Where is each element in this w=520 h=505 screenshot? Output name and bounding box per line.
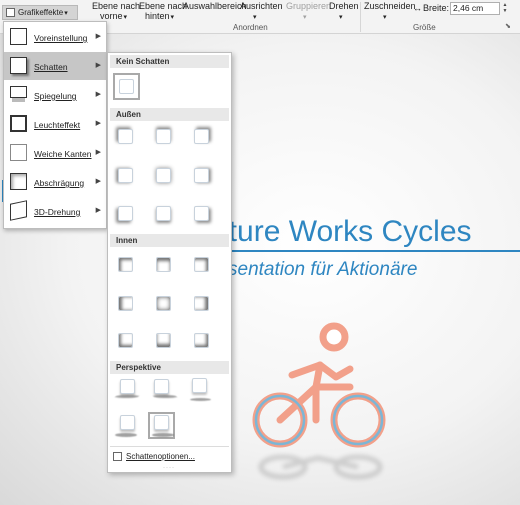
ebene-hinten-line2: hinten — [139, 11, 187, 23]
abschraegung-icon — [10, 173, 27, 190]
submenu-arrow-icon: ▶ — [95, 207, 101, 214]
drehen-label: Drehen — [329, 1, 359, 11]
shadow-perspective-swatch[interactable] — [151, 378, 178, 399]
shadow-outer-swatch[interactable] — [153, 165, 174, 186]
shadow-outer-swatch[interactable] — [153, 126, 174, 147]
shadow-perspective-swatch[interactable] — [114, 378, 140, 399]
grafikeffekte-menu: Voreinstellung ▶ Schatten ▶ Spiegelung ▶… — [3, 21, 107, 229]
leuchteffekt-icon — [10, 115, 27, 132]
resize-grip-icon[interactable]: ···· — [163, 465, 175, 471]
section-header-innen: Innen — [110, 234, 229, 247]
spiegelung-icon — [10, 86, 27, 98]
menu-item-spiegelung[interactable]: Spiegelung ▶ — [4, 81, 106, 109]
menu-item-label: Schatten — [34, 62, 68, 72]
submenu-arrow-icon: ▶ — [95, 33, 101, 40]
auswahlbereich-button[interactable]: Auswahlbereich — [183, 1, 247, 11]
shadow-outer-swatch[interactable] — [115, 126, 136, 147]
submenu-arrow-icon: ▶ — [95, 149, 101, 156]
shadow-inner-swatch[interactable] — [191, 254, 212, 275]
submenu-arrow-icon: ▶ — [95, 91, 101, 98]
ebene-hinten-line1: Ebene nach — [139, 1, 188, 11]
ausrichten-label: Ausrichten — [240, 1, 283, 11]
anordnen-group-label: Anordnen — [233, 23, 268, 32]
grafikeffekte-button[interactable]: Grafikeffekte — [2, 5, 78, 20]
menu-item-leuchteffekt[interactable]: Leuchteffekt ▶ — [4, 110, 106, 138]
zuschneiden-label: Zuschneiden — [364, 1, 416, 11]
shadow-inner-swatch[interactable] — [153, 293, 174, 314]
shadow-outer-swatch[interactable] — [115, 165, 136, 186]
shadow-inner-swatch[interactable] — [191, 293, 212, 314]
section-header-perspektive: Perspektive — [110, 361, 229, 374]
grafikeffekte-icon — [6, 8, 15, 17]
menu-item-label: Leuchteffekt — [34, 120, 81, 130]
bicycle-shadow — [258, 454, 383, 480]
shadow-outer-swatch[interactable] — [191, 203, 212, 224]
slide-title[interactable]: nture Works Cycles — [196, 214, 520, 252]
gruppieren-caret — [286, 11, 331, 23]
drehen-caret — [329, 11, 359, 23]
shadow-inner-swatch[interactable] — [115, 254, 136, 275]
schatten-gallery: Kein Schatten Außen Innen Perspektive Sc… — [107, 52, 232, 473]
slide-subtitle[interactable]: sentation für Aktionäre — [228, 259, 417, 281]
submenu-arrow-icon: ▶ — [95, 178, 101, 185]
section-header-kein-schatten: Kein Schatten — [110, 55, 229, 68]
ausrichten-caret — [240, 11, 283, 23]
menu-item-label: Abschrägung — [34, 178, 85, 188]
zuschneiden-caret — [364, 11, 416, 23]
menu-item-label: Voreinstellung — [34, 33, 88, 43]
shadow-inner-swatch[interactable] — [191, 330, 212, 351]
submenu-arrow-icon: ▶ — [95, 62, 101, 69]
voreinstellung-icon — [10, 28, 27, 45]
menu-item-label: Weiche Kanten — [34, 149, 92, 159]
shadow-inner-swatch[interactable] — [115, 330, 136, 351]
gallery-separator — [110, 446, 229, 447]
breite-input[interactable]: 2,46 cm — [450, 2, 500, 15]
drehen-button[interactable]: Drehen — [329, 1, 359, 23]
section-header-aussen: Außen — [110, 108, 229, 121]
breite-icon: ↔ — [413, 3, 422, 13]
breite-spinner[interactable]: ▲ ▼ — [501, 2, 509, 15]
shadow-none-swatch[interactable] — [113, 73, 140, 100]
schattenoptionen-icon — [113, 452, 122, 461]
shadow-perspective-swatch[interactable] — [189, 378, 211, 401]
shadow-inner-swatch[interactable] — [153, 330, 174, 351]
shadow-outer-swatch[interactable] — [191, 126, 212, 147]
schattenoptionen-button[interactable]: Schattenoptionen... — [108, 450, 231, 464]
shadow-inner-swatch[interactable] — [153, 254, 174, 275]
zuschneiden-button[interactable]: Zuschneiden — [364, 1, 416, 23]
gruppieren-button[interactable]: Gruppieren — [286, 1, 331, 23]
schattenoptionen-label: Schattenoptionen... — [126, 452, 195, 461]
ebene-vorne-line1: Ebene nach — [92, 1, 141, 11]
ribbon-separator — [360, 2, 361, 32]
shadow-outer-swatch[interactable] — [191, 165, 212, 186]
ausrichten-button[interactable]: Ausrichten — [240, 1, 283, 23]
schatten-icon — [10, 57, 27, 74]
menu-item-label: 3D-Drehung — [34, 207, 81, 217]
groesse-group-label: Größe — [413, 23, 436, 32]
menu-item-abschraegung[interactable]: Abschrägung ▶ — [4, 168, 106, 196]
3d-drehung-icon — [10, 200, 27, 221]
shadow-outer-swatch[interactable] — [115, 203, 136, 224]
ebene-nach-hinten-button[interactable]: Ebene nach hinten — [139, 1, 187, 23]
breite-label: Breite: — [423, 3, 450, 13]
shadow-perspective-swatch[interactable] — [115, 415, 138, 437]
gruppieren-label: Gruppieren — [286, 1, 332, 11]
menu-item-3d-drehung[interactable]: 3D-Drehung ▶ — [4, 197, 106, 225]
shadow-outer-swatch[interactable] — [153, 203, 174, 224]
menu-item-voreinstellung[interactable]: Voreinstellung ▶ — [4, 23, 106, 51]
weiche-kanten-icon — [10, 144, 27, 161]
submenu-arrow-icon: ▶ — [95, 120, 101, 127]
ebene-nach-vorne-button[interactable]: Ebene nach vorne — [92, 1, 140, 23]
grafikeffekte-label: Grafikeffekte — [18, 8, 68, 17]
shadow-perspective-swatch[interactable] — [148, 412, 175, 439]
menu-item-schatten[interactable]: Schatten ▶ — [4, 52, 106, 80]
dialog-launcher-icon[interactable]: ⬊ — [505, 22, 511, 32]
shadow-inner-swatch[interactable] — [115, 293, 136, 314]
menu-item-weiche-kanten[interactable]: Weiche Kanten ▶ — [4, 139, 106, 167]
menu-item-label: Spiegelung — [34, 91, 77, 101]
bicycle-icon[interactable] — [250, 317, 390, 452]
